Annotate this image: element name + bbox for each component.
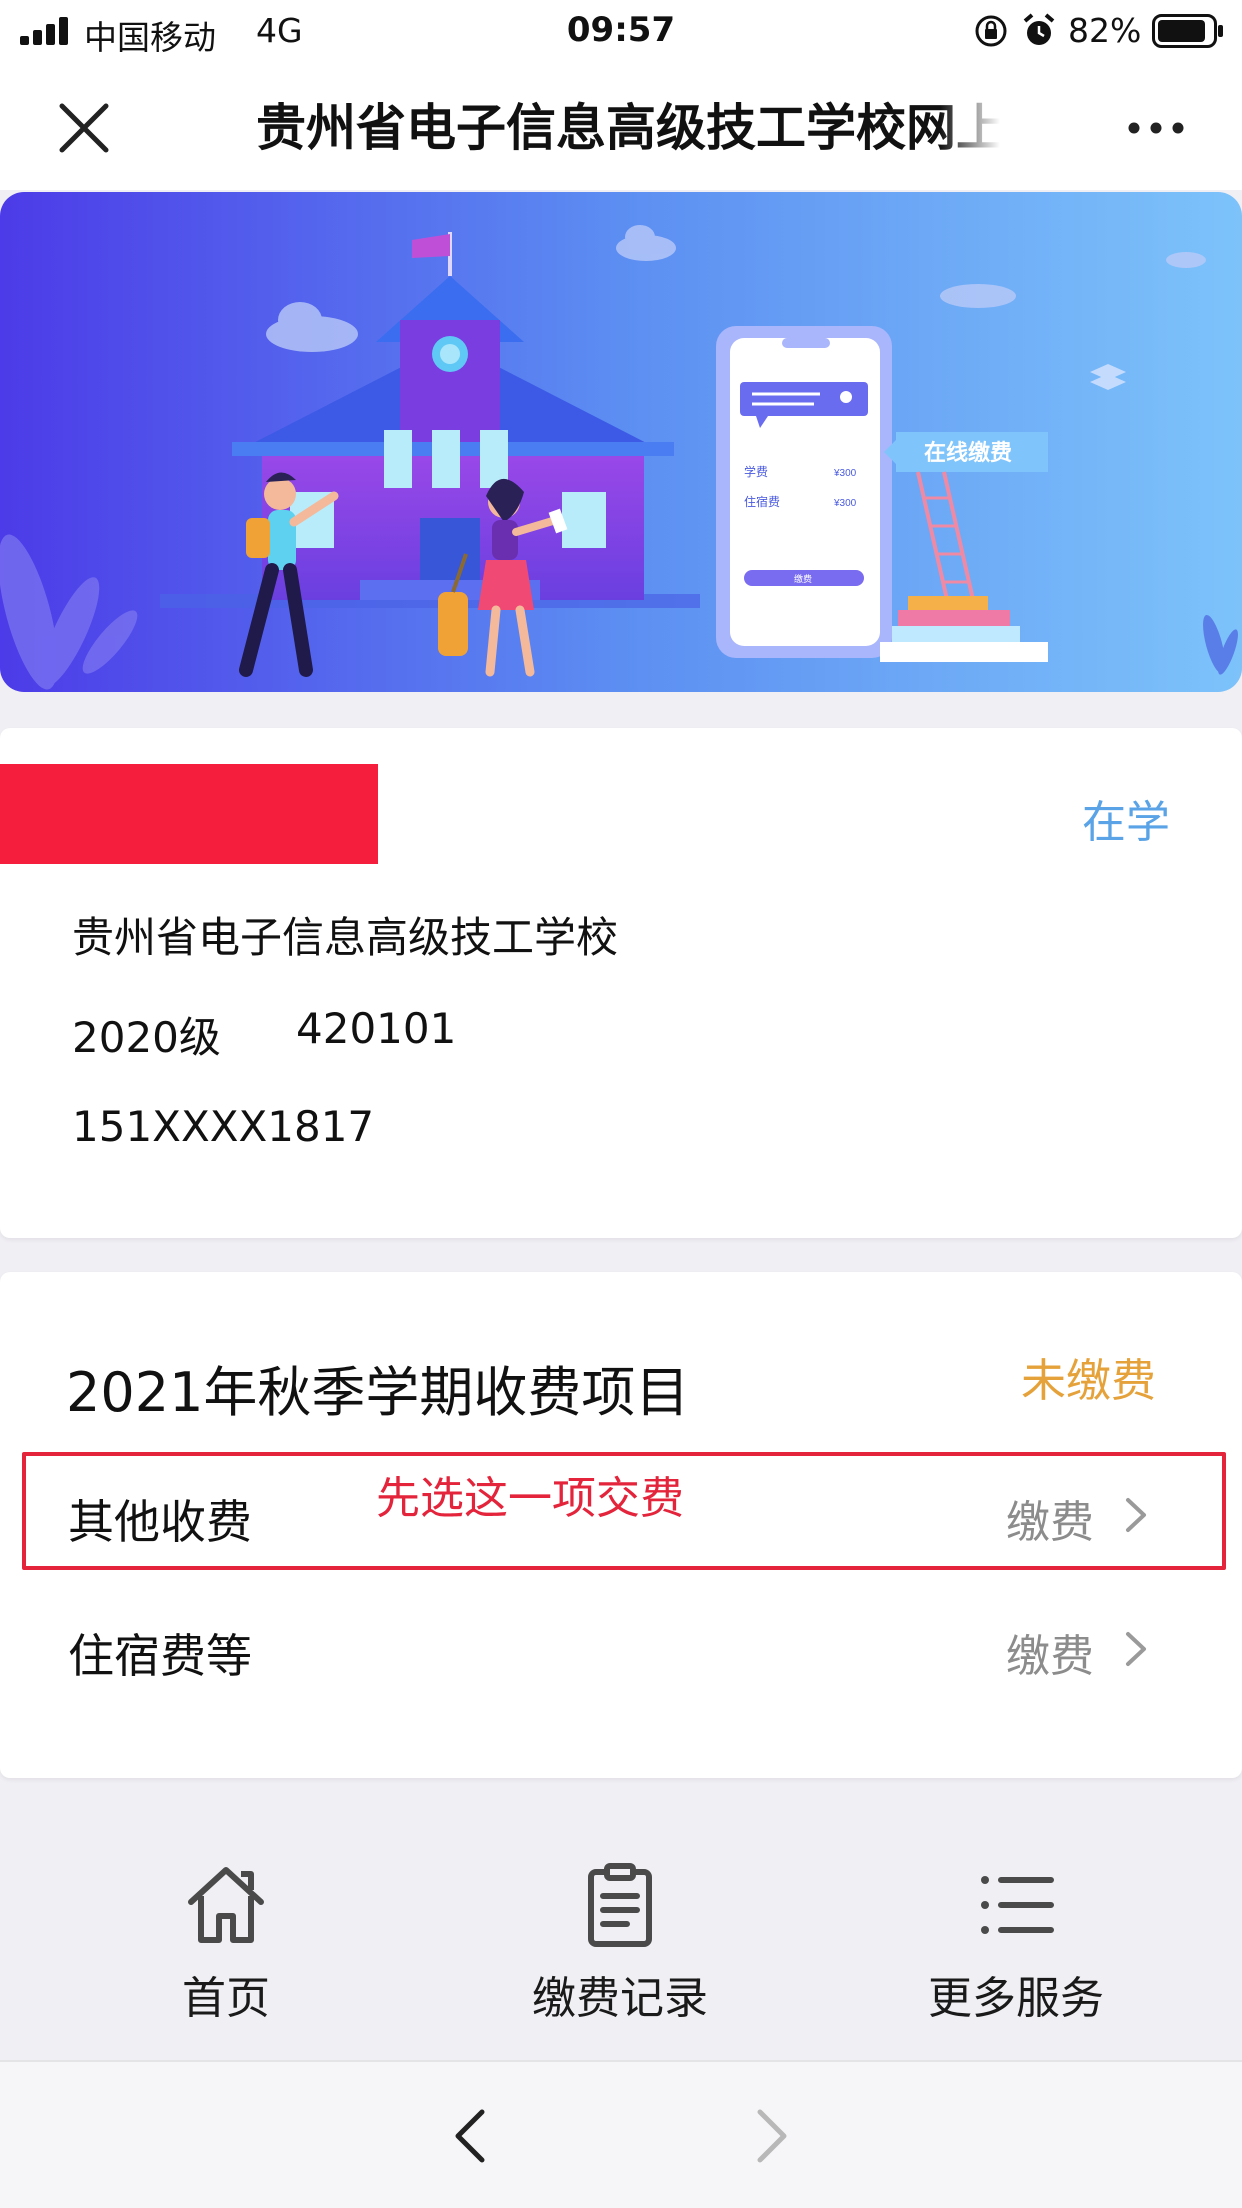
back-arrow-icon[interactable]	[448, 2106, 492, 2166]
banner-pay-button-label: 缴费	[794, 573, 812, 584]
status-bar: 中国移动 4G 09:57 82%	[0, 0, 1242, 62]
browser-toolbar	[0, 2060, 1242, 2208]
fee-section-title: 2021年秋季学期收费项目	[66, 1361, 690, 1424]
clipboard-icon	[588, 1863, 652, 1947]
nav-bar: 贵州省电子信息高级技工学校网上	[0, 62, 1242, 190]
chevron-right-icon	[1126, 1632, 1146, 1666]
banner-image: 学费 ¥300 住宿费 ¥300 缴费 在线缴费	[0, 192, 1242, 692]
battery-percentage: 82%	[1068, 11, 1142, 50]
school-name: 贵州省电子信息高级技工学校	[72, 913, 619, 962]
tab-label: 更多服务	[928, 1973, 1104, 2024]
redacted-name-block	[0, 764, 378, 864]
payment-status-badge: 未缴费	[1020, 1354, 1156, 1407]
tab-more-services[interactable]: 更多服务	[866, 1862, 1166, 2032]
slogan-tag: 在线缴费	[884, 432, 1048, 472]
fee-item-label: 住宿费等	[68, 1629, 252, 1683]
tab-home[interactable]: 首页	[76, 1862, 376, 2032]
alarm-icon	[1023, 13, 1055, 45]
home-icon	[188, 1867, 264, 1943]
pay-button[interactable]: 缴费	[1006, 1620, 1094, 1684]
list-icon	[981, 1876, 1054, 1934]
banner-fee-label: 学费	[744, 464, 768, 479]
rotation-lock-icon	[975, 15, 1007, 47]
banner-fee-value: ¥300	[833, 498, 857, 509]
close-icon[interactable]	[54, 98, 114, 158]
forward-arrow-icon[interactable]	[750, 2106, 794, 2166]
phone-number: 151XXXX1817	[72, 1102, 375, 1151]
annotation-text: 先选这一项交费	[376, 1473, 684, 1524]
tab-label: 首页	[182, 1973, 270, 2024]
banner-fee-label: 住宿费	[744, 494, 780, 509]
banner-slogan: 在线缴费	[924, 440, 1012, 466]
student-info-card: 在学 贵州省电子信息高级技工学校 2020级 420101 151XXXX181…	[0, 728, 1242, 1238]
fee-row-accommodation[interactable]: 住宿费等 缴费	[0, 1588, 1242, 1708]
banner-fee-value: ¥300	[833, 468, 857, 479]
battery-icon	[1152, 14, 1223, 48]
page-title: 贵州省电子信息高级技工学校网上	[256, 98, 1000, 158]
tab-payment-records[interactable]: 缴费记录	[470, 1862, 770, 2032]
more-options-icon[interactable]	[1126, 118, 1186, 138]
phone-illustration: 学费 ¥300 住宿费 ¥300 缴费	[716, 326, 892, 658]
grade-year: 2020级	[72, 1013, 221, 1062]
class-code: 420101	[296, 1004, 457, 1053]
tab-label: 缴费记录	[532, 1973, 708, 2024]
enrollment-status-badge: 在学	[1082, 797, 1170, 848]
